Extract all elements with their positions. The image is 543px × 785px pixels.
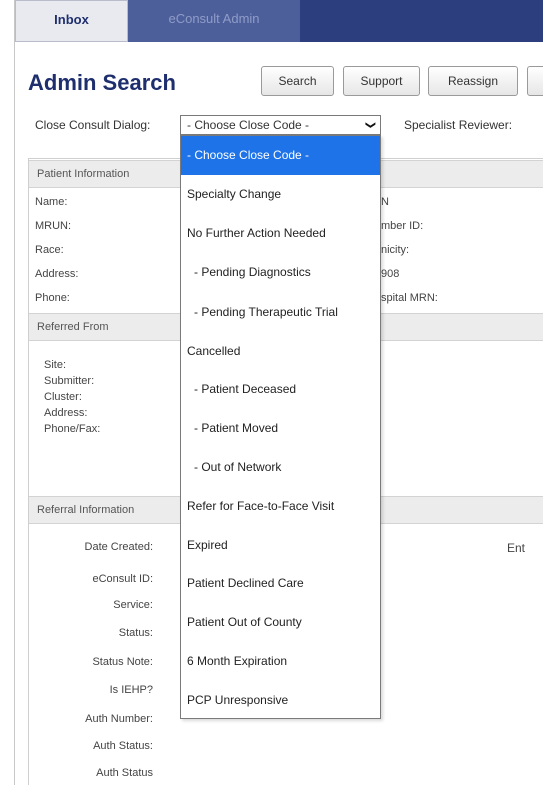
date-created-label: Date Created: <box>84 541 153 553</box>
site-label: Site: <box>44 359 67 371</box>
patient-right-field-1: N <box>381 196 389 208</box>
phone-fax-label: Phone/Fax: <box>44 423 101 435</box>
chevron-down-icon: ❮ <box>364 120 376 130</box>
close-code-selected-value: - Choose Close Code - <box>187 118 310 132</box>
search-button[interactable]: Search <box>261 66 334 96</box>
hospital-mrn-label: spital MRN: <box>381 292 438 304</box>
option-patient-moved[interactable]: - Patient Moved <box>181 409 380 448</box>
option-specialty-change[interactable]: Specialty Change <box>181 175 380 214</box>
submitter-label: Submitter: <box>44 375 95 387</box>
status-note-label: Status Note: <box>92 656 153 668</box>
top-nav-bar: Inbox eConsult Admin <box>15 0 543 42</box>
close-consult-dialog-label: Close Consult Dialog: <box>35 118 151 132</box>
patient-name-label: Name: <box>35 196 68 208</box>
option-patient-declined-care[interactable]: Patient Declined Care <box>181 564 380 603</box>
patient-right-field-4: 908 <box>381 268 400 280</box>
status-label: Status: <box>118 627 153 639</box>
reassign-button[interactable]: Reassign <box>428 66 518 96</box>
auth-number-label: Auth Number: <box>85 713 153 725</box>
patient-address-label: Address: <box>35 268 79 280</box>
is-iehp-label: Is IEHP? <box>109 684 153 696</box>
option-choose-close-code[interactable]: - Choose Close Code - <box>181 136 380 175</box>
close-code-dropdown-list: - Choose Close Code - Specialty Change N… <box>180 135 381 719</box>
option-refer-face-to-face[interactable]: Refer for Face-to-Face Visit <box>181 487 380 526</box>
econsult-id-label: eConsult ID: <box>92 573 153 585</box>
patient-mrun-label: MRUN: <box>35 220 72 232</box>
auth-status-label-2: Auth Status <box>96 767 153 779</box>
auth-status-label: Auth Status: <box>93 740 153 752</box>
option-out-of-network[interactable]: - Out of Network <box>181 448 380 487</box>
option-expired[interactable]: Expired <box>181 526 380 565</box>
close-code-select[interactable]: - Choose Close Code - ❮ <box>180 115 381 135</box>
option-cancelled[interactable]: Cancelled <box>181 332 380 371</box>
support-button[interactable]: Support <box>343 66 420 96</box>
option-pending-diagnostics[interactable]: - Pending Diagnostics <box>181 253 380 292</box>
option-patient-out-of-county[interactable]: Patient Out of County <box>181 603 380 642</box>
cluster-label: Cluster: <box>44 391 82 403</box>
option-pcp-unresponsive[interactable]: PCP Unresponsive <box>181 681 380 720</box>
page-title: Admin Search <box>28 70 176 95</box>
page-left-border <box>14 0 15 785</box>
specialist-reviewer-label: Specialist Reviewer: <box>404 118 513 132</box>
patient-race-label: Race: <box>35 244 64 256</box>
referred-address-label: Address: <box>44 407 88 419</box>
referral-right-field: Ent <box>507 541 526 555</box>
option-6-month-expiration[interactable]: 6 Month Expiration <box>181 642 380 681</box>
option-no-further-action[interactable]: No Further Action Needed <box>181 214 380 253</box>
patient-phone-label: Phone: <box>35 292 70 304</box>
ethnicity-label: nicity: <box>381 244 410 256</box>
more-button[interactable] <box>527 66 543 96</box>
member-id-label: mber ID: <box>381 220 424 232</box>
option-patient-deceased[interactable]: - Patient Deceased <box>181 370 380 409</box>
tab-econsult-admin[interactable]: eConsult Admin <box>128 0 300 42</box>
service-label: Service: <box>113 599 153 611</box>
tab-inbox[interactable]: Inbox <box>15 0 128 42</box>
option-pending-therapeutic-trial[interactable]: - Pending Therapeutic Trial <box>181 293 380 332</box>
